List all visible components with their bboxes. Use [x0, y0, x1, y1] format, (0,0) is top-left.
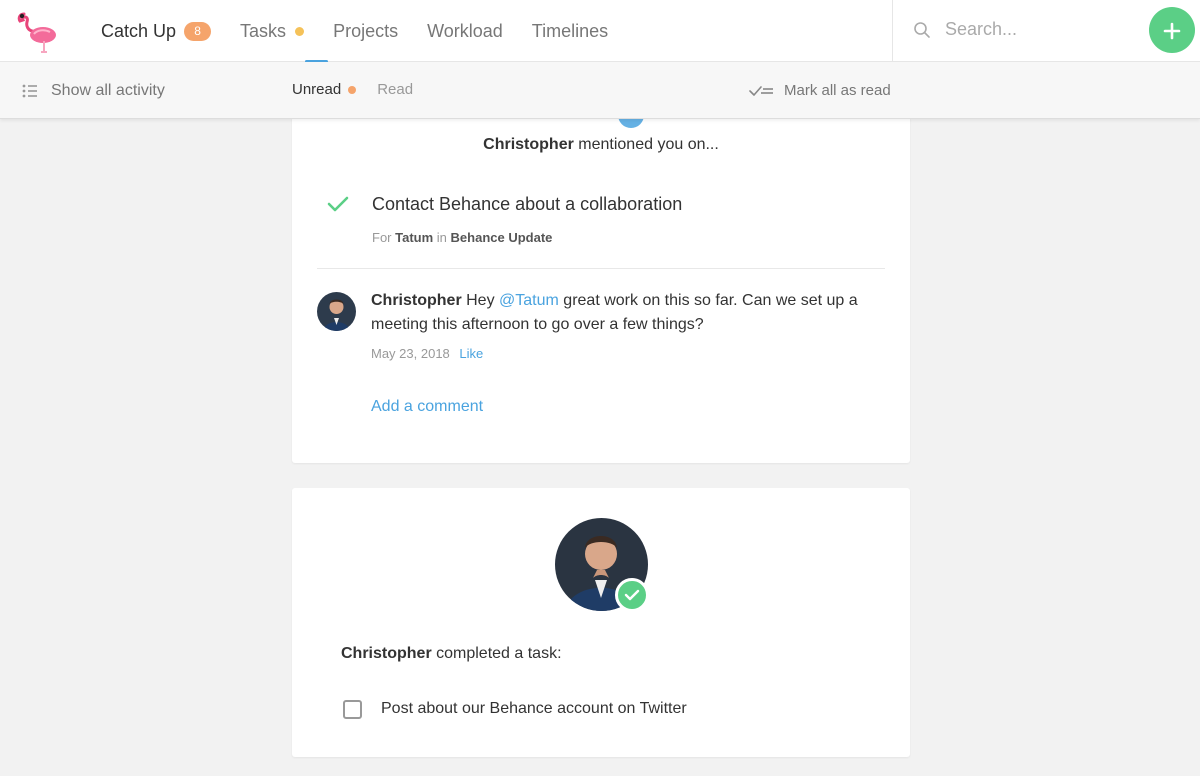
meta-for: For: [372, 230, 392, 245]
list-icon: [22, 84, 37, 98]
show-all-activity-button[interactable]: Show all activity: [22, 82, 165, 100]
unread-dot: [348, 85, 357, 94]
comment-meta: May 23, 2018 Like: [371, 346, 483, 361]
plus-icon: [1163, 22, 1181, 40]
task-checkbox[interactable]: [343, 700, 362, 719]
mention-activity-card: Christopher mentioned you on... Contact …: [292, 100, 910, 463]
like-link[interactable]: Like: [459, 346, 483, 361]
task-title-link[interactable]: Contact Behance about a collaboration: [372, 194, 682, 215]
flamingo-logo-icon[interactable]: [14, 8, 60, 54]
add-comment-link[interactable]: Add a comment: [371, 398, 483, 416]
tasks-notification-dot: [295, 26, 305, 36]
add-button[interactable]: [1149, 7, 1195, 53]
tab-read[interactable]: Read: [377, 81, 413, 98]
comment-mention-link[interactable]: @Tatum: [499, 292, 559, 309]
read-filter-tabs: Unread Read: [292, 81, 413, 98]
search-icon: [914, 21, 930, 38]
top-navigation-bar: Catch Up 8 Tasks Projects Workload Timel…: [0, 0, 1200, 63]
completed-task-title[interactable]: Post about our Behance account on Twitte…: [381, 700, 687, 718]
activity-toolbar: Show all activity Unread Read Mark all a…: [0, 62, 1200, 119]
checkmark-icon: [327, 196, 349, 212]
comment-pre: Hey: [466, 292, 495, 309]
nav-workload[interactable]: Workload: [427, 0, 503, 62]
search-divider: [892, 0, 893, 62]
completed-summary: Christopher completed a task:: [341, 645, 562, 663]
completed-actor[interactable]: Christopher: [341, 645, 432, 662]
comment-author[interactable]: Christopher: [371, 292, 462, 309]
comment-body: Christopher Hey @Tatum great work on thi…: [371, 289, 881, 337]
main-nav: Catch Up 8 Tasks Projects Workload Timel…: [101, 0, 637, 62]
mark-read-icon: [749, 85, 773, 96]
meta-project[interactable]: Behance Update: [451, 230, 553, 245]
card-divider: [317, 268, 885, 269]
mention-action: mentioned you on...: [578, 136, 719, 153]
user-avatar-icon: [317, 292, 356, 331]
nav-projects-label: Projects: [333, 20, 399, 41]
mark-all-label: Mark all as read: [784, 82, 891, 99]
nav-tasks[interactable]: Tasks: [240, 0, 305, 62]
comment-date: May 23, 2018: [371, 346, 450, 361]
search-box: [913, 19, 1125, 40]
completed-check-badge: [615, 578, 649, 612]
mention-summary: Christopher mentioned you on...: [292, 136, 910, 154]
catch-up-count-badge: 8: [184, 21, 212, 41]
nav-timelines-label: Timelines: [531, 20, 609, 41]
check-icon: [624, 589, 640, 601]
search-input[interactable]: [945, 19, 1125, 40]
task-meta: For Tatum in Behance Update: [372, 230, 552, 245]
mark-all-read-button[interactable]: Mark all as read: [749, 82, 891, 99]
comment-avatar[interactable]: [317, 292, 356, 331]
completed-task-card: Christopher completed a task: Post about…: [292, 488, 910, 757]
meta-person[interactable]: Tatum: [395, 230, 433, 245]
tab-unread-label: Unread: [292, 81, 342, 98]
completed-action: completed a task:: [436, 645, 562, 662]
tab-unread[interactable]: Unread: [292, 81, 357, 98]
nav-workload-label: Workload: [427, 20, 503, 41]
nav-projects[interactable]: Projects: [333, 0, 398, 62]
nav-tasks-label: Tasks: [240, 20, 287, 41]
tab-read-label: Read: [377, 81, 414, 98]
nav-catch-up[interactable]: Catch Up 8: [101, 0, 212, 62]
show-all-label: Show all activity: [51, 82, 165, 99]
nav-catch-up-label: Catch Up: [101, 20, 177, 41]
meta-in: in: [436, 230, 447, 245]
mention-actor: Christopher: [483, 136, 574, 153]
nav-timelines[interactable]: Timelines: [532, 0, 608, 62]
